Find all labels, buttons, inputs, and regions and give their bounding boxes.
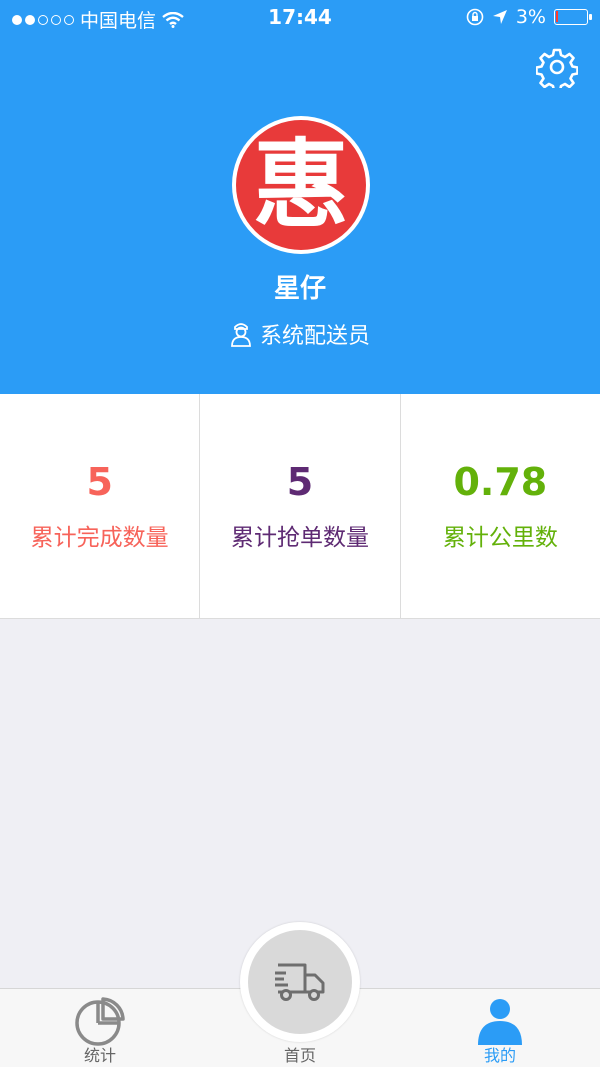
- location-arrow-icon: [492, 10, 507, 24]
- user-icon: [478, 999, 522, 1045]
- stat-completed-label: 累计完成数量: [30, 525, 169, 551]
- tab-statistics[interactable]: 统计: [0, 989, 200, 1067]
- user-name: 星仔: [273, 274, 326, 304]
- tab-mine-label: 我的: [483, 1046, 516, 1065]
- courier-icon: [231, 323, 251, 347]
- stats-panel: 5 累计完成数量 5 累计抢单数量 0.78 累计公里数: [0, 394, 600, 619]
- stat-completed: 5 累计完成数量: [0, 394, 201, 618]
- stat-grabbed: 5 累计抢单数量: [200, 394, 401, 618]
- stat-distance-label: 累计公里数: [442, 525, 558, 551]
- battery-percent: 3%: [515, 6, 546, 28]
- profile-header: 中国电信 17:44 3% 惠 星仔 系统配送员: [0, 0, 600, 394]
- tab-home-label: 首页: [283, 1046, 316, 1065]
- stat-completed-value: 5: [86, 460, 113, 504]
- avatar[interactable]: 惠: [232, 116, 370, 254]
- stat-grabbed-value: 5: [286, 460, 314, 504]
- settings-gear-icon[interactable]: [536, 46, 578, 88]
- status-bar: 中国电信 17:44 3%: [0, 0, 600, 36]
- tab-statistics-label: 统计: [83, 1046, 116, 1065]
- rotation-lock-icon: [466, 8, 484, 26]
- stat-distance: 0.78 累计公里数: [401, 394, 600, 618]
- user-role: 系统配送员: [0, 318, 600, 350]
- tab-mine[interactable]: 我的: [400, 989, 600, 1067]
- truck-icon: [275, 963, 325, 1001]
- battery-icon: [554, 9, 592, 25]
- role-label: 系统配送员: [259, 324, 370, 349]
- home-delivery-button[interactable]: [240, 922, 360, 1042]
- avatar-logo: 惠: [236, 120, 366, 250]
- stat-distance-value: 0.78: [453, 460, 548, 504]
- pie-chart-icon: [75, 997, 125, 1046]
- stat-grabbed-label: 累计抢单数量: [230, 525, 369, 551]
